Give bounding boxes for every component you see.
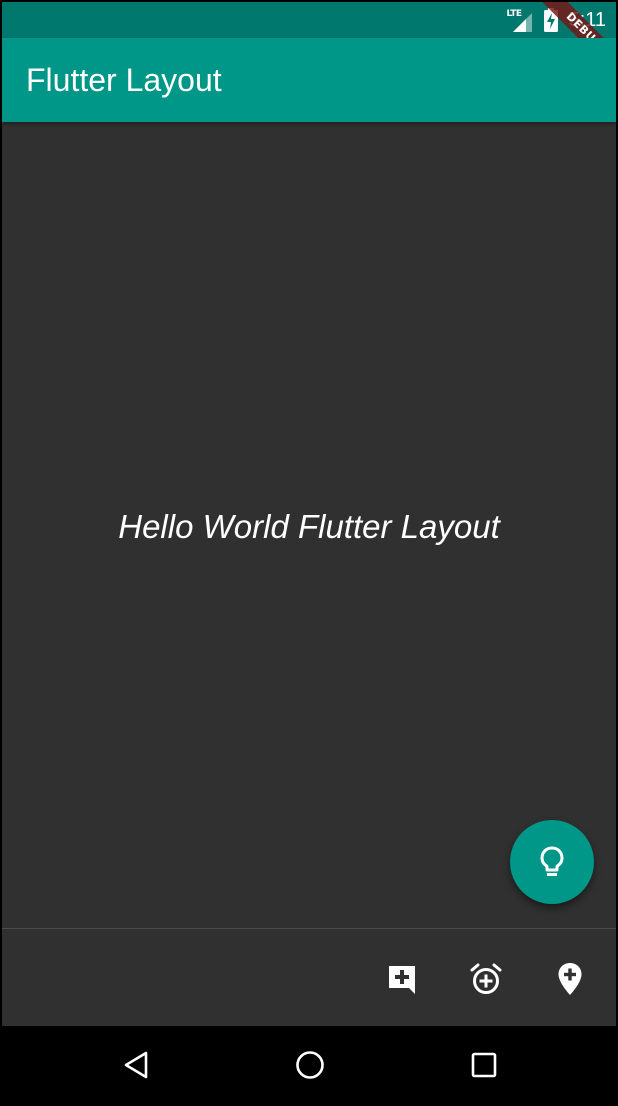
lte-signal-icon: LTE [507, 7, 533, 33]
add-alarm-button[interactable] [466, 959, 506, 999]
home-circle-icon [296, 1051, 324, 1079]
main-content: Hello World Flutter Layout [2, 122, 616, 928]
recents-square-icon [471, 1052, 497, 1078]
app-bar: Flutter Layout [2, 38, 616, 122]
add-comment-icon [389, 966, 415, 994]
body-text: Hello World Flutter Layout [118, 508, 500, 545]
app-screen: LTE 5:11 DEBUG Flutter Layout Hello Worl… [2, 2, 616, 1104]
back-triangle-icon [124, 1051, 148, 1079]
add-comment-button[interactable] [382, 959, 422, 999]
add-location-button[interactable] [550, 959, 590, 999]
bottom-app-bar [2, 928, 616, 1027]
app-title: Flutter Layout [26, 62, 222, 98]
floating-action-button[interactable] [510, 820, 594, 904]
recents-button[interactable] [464, 1045, 504, 1085]
add-alarm-icon [470, 963, 502, 994]
system-nav-bar [2, 1026, 616, 1104]
back-button[interactable] [116, 1045, 156, 1085]
add-location-icon [558, 963, 582, 995]
lightbulb-outline-icon [540, 846, 564, 876]
home-button[interactable] [290, 1045, 330, 1085]
status-bar: LTE 5:11 [2, 2, 616, 38]
